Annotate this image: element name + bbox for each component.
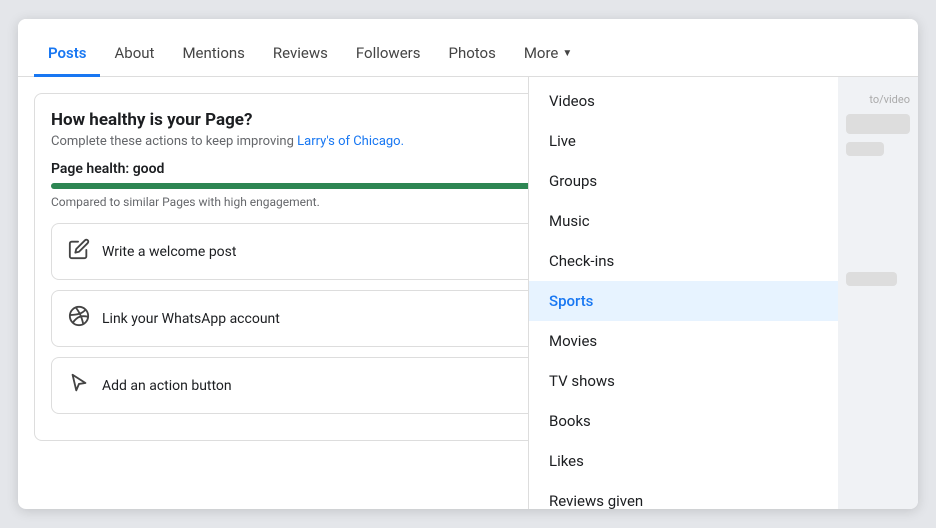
right-bar-3 — [846, 272, 897, 286]
nav-item-reviews[interactable]: Reviews — [259, 32, 342, 77]
right-bar-1 — [846, 114, 910, 134]
subtitle-prefix: Complete these actions to keep improving — [51, 134, 297, 149]
dropdown-overlay: VideosLiveGroupsMusicCheck-insSportsMovi… — [528, 77, 838, 509]
dropdown-item-music[interactable]: Music — [529, 201, 838, 241]
add-action-label: Add an action button — [102, 378, 232, 394]
nav-item-mentions[interactable]: Mentions — [168, 32, 258, 77]
nav-item-followers[interactable]: Followers — [342, 32, 435, 77]
dropdown-item-sports[interactable]: Sports — [529, 281, 838, 321]
nav-item-about[interactable]: About — [100, 32, 168, 77]
right-panel: to/video — [838, 77, 918, 509]
chevron-down-icon: ▼ — [562, 48, 572, 59]
right-bar-2 — [846, 142, 884, 156]
dropdown-item-movies[interactable]: Movies — [529, 321, 838, 361]
nav-item-photos[interactable]: Photos — [434, 32, 509, 77]
dropdown-item-reviews-given[interactable]: Reviews given — [529, 481, 838, 509]
dropdown-item-live[interactable]: Live — [529, 121, 838, 161]
write-welcome-post-label: Write a welcome post — [102, 244, 236, 260]
dropdown-item-check-ins[interactable]: Check-ins — [529, 241, 838, 281]
dropdown-menu: VideosLiveGroupsMusicCheck-insSportsMovi… — [529, 77, 838, 509]
content-area: ✕ How healthy is your Page? Complete the… — [18, 77, 918, 509]
subtitle-highlight: Larry's of Chicago. — [297, 134, 404, 149]
right-panel-label: to/video — [846, 93, 910, 106]
nav-bar: PostsAboutMentionsReviewsFollowersPhotos… — [18, 19, 918, 77]
link-whatsapp-label: Link your WhatsApp account — [102, 311, 280, 327]
nav-more-label: More — [524, 44, 559, 62]
dropdown-item-tv-shows[interactable]: TV shows — [529, 361, 838, 401]
dropdown-item-books[interactable]: Books — [529, 401, 838, 441]
whatsapp-icon — [68, 305, 90, 332]
dropdown-item-groups[interactable]: Groups — [529, 161, 838, 201]
edit-icon — [68, 238, 90, 265]
page-wrapper: PostsAboutMentionsReviewsFollowersPhotos… — [18, 19, 918, 509]
dropdown-item-videos[interactable]: Videos — [529, 81, 838, 121]
nav-item-posts[interactable]: Posts — [34, 32, 100, 77]
dropdown-item-likes[interactable]: Likes — [529, 441, 838, 481]
nav-item-more[interactable]: More▼ — [510, 32, 586, 77]
cursor-icon — [68, 372, 90, 399]
